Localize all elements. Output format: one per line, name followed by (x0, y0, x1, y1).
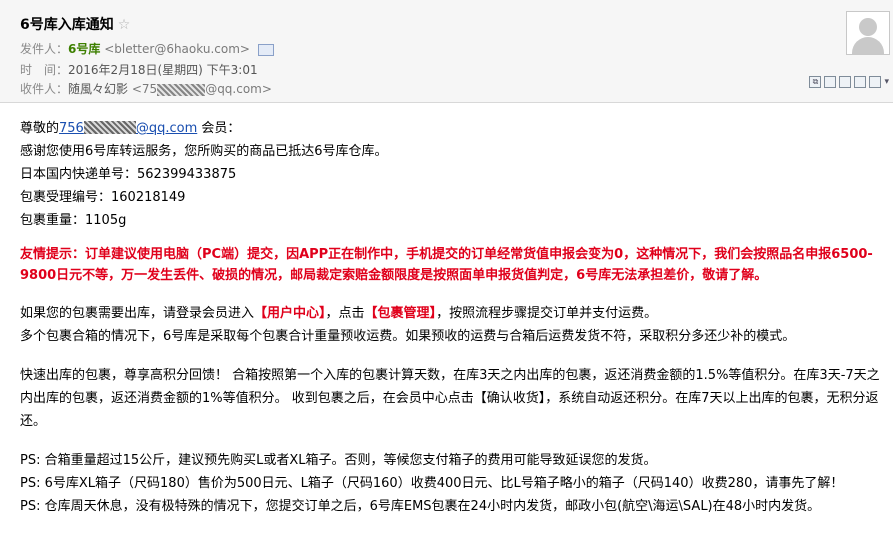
to-row: 收件人：随風々幻影 <75 @qq.com> (20, 80, 272, 97)
ps-box-weight: PS: 合箱重量超过15公斤，建议预先购买L或者XL箱子。否则，等候您支付箱子的… (20, 453, 657, 468)
ps-warehouse-hours: PS: 仓库周天休息，没有极特殊的情况下，您提交订单之后，6号库EMS包裹在24… (20, 499, 821, 514)
redacted-region (157, 83, 206, 96)
recipient-name[interactable]: 随風々幻影 (68, 82, 128, 96)
time-label: 时 间： (20, 63, 69, 77)
avatar[interactable] (846, 11, 890, 55)
subject-text: 6号库入库通知 (20, 17, 114, 33)
from-row: 发件人：6号库 <bletter@6haoku.com> (20, 40, 274, 57)
print-icon[interactable] (839, 76, 852, 88)
recipient-address[interactable]: <75 @qq.com> (132, 82, 272, 96)
member-email-link[interactable]: 756 @qq.com (59, 121, 197, 136)
star-icon[interactable]: ☆ (118, 17, 131, 33)
from-label: 发件人： (20, 42, 69, 56)
mail-toolbar: ⧉ ▾ (809, 76, 889, 88)
copy-icon[interactable] (869, 76, 882, 88)
to-label: 收件人： (20, 82, 69, 96)
time-row: 时 间：2016年2月18日(星期四) 下午3:01 (20, 61, 258, 78)
arrival-line: 感谢您使用6号库转运服务，您所购买的商品已抵达6号库仓库。 (20, 144, 388, 159)
outbound-instructions: 如果您的包裹需要出库，请登录会员进入【用户中心】，点击【包裹管理】，按照流程步骤… (20, 306, 658, 321)
tracking-number-line: 日本国内快递单号：562399433875 (20, 167, 237, 182)
mail-subject: 6号库入库通知 ☆ (20, 14, 130, 34)
sender-name[interactable]: 6号库 (68, 42, 100, 56)
mail-icon[interactable] (854, 76, 867, 88)
time-value: 2016年2月18日(星期四) 下午3:01 (68, 63, 258, 77)
user-center-link[interactable]: 【用户中心】 (254, 306, 326, 321)
window-icon[interactable] (824, 76, 837, 88)
more-icon[interactable]: ▾ (884, 77, 889, 87)
mail-header: 6号库入库通知 ☆ 发件人：6号库 <bletter@6haoku.com> 时 … (0, 0, 893, 103)
add-contact-icon[interactable] (257, 43, 274, 56)
weight-line: 包裹重量：1105g (20, 213, 127, 228)
receipt-number-line: 包裹受理编号：160218149 (20, 190, 186, 205)
points-reward-paragraph: 快速出库的包裹，尊享高积分回馈！ 合箱按照第一个入库的包裹计算天数，在库3天之内… (20, 368, 880, 429)
ps-box-prices: PS: 6号库XL箱子（尺码180）售价为500日元、L箱子（尺码160）收费4… (20, 476, 844, 491)
friendly-tip: 友情提示：订单建议使用电脑（PC端）提交，因APP正在制作中，手机提交的订单经常… (20, 247, 873, 283)
redacted-region (83, 121, 136, 134)
sender-address[interactable]: <bletter@6haoku.com> (104, 42, 250, 56)
combined-shipping-note: 多个包裹合箱的情况下，6号库是采取每个包裹合计重量预收运费。如果预收的运费与合箱… (20, 329, 796, 344)
restore-icon[interactable]: ⧉ (809, 76, 822, 88)
greeting-line: 尊敬的756 @qq.com 会员： (20, 121, 241, 136)
mail-body: 尊敬的756 @qq.com 会员： 感谢您使用6号库转运服务，您所购买的商品已抵… (20, 117, 885, 518)
package-management-link[interactable]: 【包裹管理】 (365, 306, 437, 321)
